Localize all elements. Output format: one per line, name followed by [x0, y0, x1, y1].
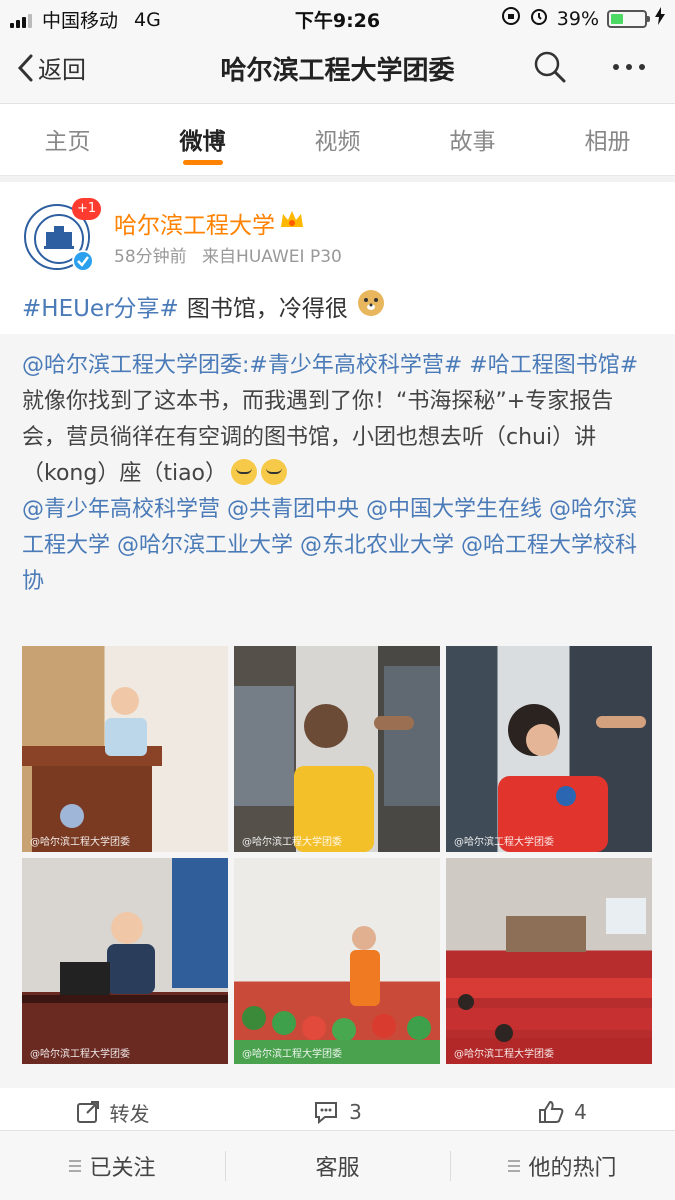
share-icon — [76, 1101, 99, 1123]
hashtag-link[interactable]: #HEUer分享# — [22, 289, 179, 323]
repost-label: 转发 — [109, 1101, 150, 1126]
battery-icon — [607, 9, 650, 28]
crown-icon — [279, 209, 305, 237]
notification-badge: +1 — [72, 198, 102, 220]
doge-emoji-icon — [356, 288, 386, 324]
post-text: #HEUer分享# 图书馆，冷得很 — [22, 288, 386, 324]
author-label: 哈尔滨工程大学 — [114, 213, 275, 239]
more-button[interactable] — [611, 50, 647, 88]
nav-bar: 返回 哈尔滨工程大学团委 — [0, 36, 675, 104]
post-source: 来自HUAWEI P30 — [202, 247, 342, 267]
profile-tabs: 主页 微博 视频 故事 相册 — [0, 104, 675, 176]
repost-text: @哈尔滨工程大学团委:#青少年高校科学营# #哈工程图书馆# 就像你找到了这本书… — [22, 348, 654, 600]
hot-label: 他的热门 — [528, 1155, 617, 1181]
like-button[interactable]: 4 — [450, 1088, 675, 1136]
photo-watermark: @哈尔滨工程大学团委 — [242, 1049, 342, 1060]
page-title: 哈尔滨工程大学团委 — [220, 56, 455, 86]
post-time: 58分钟前 — [114, 247, 187, 267]
tab-video[interactable]: 视频 — [270, 104, 405, 175]
comment-count: 3 — [349, 1100, 362, 1124]
tab-story[interactable]: 故事 — [405, 104, 540, 175]
post-body: 图书馆，冷得很 — [186, 296, 348, 322]
photo-thumbnail[interactable]: @哈尔滨工程大学团委 — [234, 858, 440, 1064]
alarm-icon — [529, 6, 549, 31]
photo-thumbnail[interactable]: @哈尔滨工程大学团委 — [234, 646, 440, 852]
comment-button[interactable]: 3 — [225, 1088, 450, 1136]
photo-watermark: @哈尔滨工程大学团委 — [454, 837, 554, 848]
more-icon — [613, 64, 645, 70]
comment-icon — [315, 1102, 338, 1124]
crying-emoji-icon — [231, 459, 258, 485]
post-actions: 转发 3 4 — [0, 1088, 675, 1136]
like-count: 4 — [574, 1100, 587, 1124]
photo-watermark: @哈尔滨工程大学团委 — [242, 837, 342, 848]
status-bar: 中国移动 4G 下午9:26 39% — [0, 0, 675, 36]
photo-watermark: @哈尔滨工程大学团委 — [30, 837, 130, 848]
charging-icon — [655, 7, 665, 30]
repost-source-link[interactable]: @哈尔滨工程大学团委:#青少年高校科学营# #哈工程图书馆# — [22, 353, 638, 378]
verified-icon — [72, 250, 94, 272]
follow-button[interactable]: 已关注 — [0, 1131, 225, 1200]
search-icon — [534, 51, 566, 83]
photo-grid: @哈尔滨工程大学团委 @哈尔滨工程大学团委 @哈尔滨工程大学团委 @哈尔滨工程大… — [22, 646, 654, 1064]
repost-body: 就像你找到了这本书，而我遇到了你！“书海探秘”+专家报告会，营员徜徉在有空调的图… — [22, 389, 614, 486]
follow-label: 已关注 — [89, 1155, 156, 1181]
bottom-bar: 已关注 客服 他的热门 — [0, 1130, 675, 1200]
repost-block[interactable]: @哈尔滨工程大学团委:#青少年高校科学营# #哈工程图书馆# 就像你找到了这本书… — [0, 334, 675, 1122]
battery-percent: 39% — [556, 7, 599, 30]
photo-thumbnail[interactable]: @哈尔滨工程大学团委 — [446, 646, 652, 852]
photo-watermark: @哈尔滨工程大学团委 — [30, 1049, 130, 1060]
tab-weibo[interactable]: 微博 — [135, 104, 270, 175]
tab-album[interactable]: 相册 — [540, 104, 675, 175]
photo-watermark: @哈尔滨工程大学团委 — [454, 1049, 554, 1060]
thumbs-up-icon — [539, 1100, 564, 1123]
photo-thumbnail[interactable]: @哈尔滨工程大学团委 — [446, 858, 652, 1064]
rotation-lock-icon — [501, 6, 521, 31]
search-button[interactable] — [533, 50, 567, 88]
post-meta: 58分钟前 来自HUAWEI P30 — [114, 242, 342, 267]
service-label: 客服 — [315, 1155, 360, 1181]
repost-mentions[interactable]: @青少年高校科学营 @共青团中央 @中国大学生在线 @哈尔滨工程大学 @哈尔滨工… — [22, 497, 637, 594]
photo-thumbnail[interactable]: @哈尔滨工程大学团委 — [22, 858, 228, 1064]
hot-posts-button[interactable]: 他的热门 — [450, 1131, 675, 1200]
author-name[interactable]: 哈尔滨工程大学 — [114, 206, 305, 240]
repost-button[interactable]: 转发 — [0, 1088, 225, 1136]
menu-icon — [69, 1159, 82, 1172]
customer-service-button[interactable]: 客服 — [225, 1131, 450, 1200]
tab-home[interactable]: 主页 — [0, 104, 135, 175]
crying-emoji-icon — [261, 459, 288, 485]
photo-thumbnail[interactable]: @哈尔滨工程大学团委 — [22, 646, 228, 852]
menu-icon — [508, 1159, 521, 1172]
post-card[interactable]: +1 哈尔滨工程大学 58分钟前 来自HUAWEI P30 #HEUer分享# … — [0, 182, 675, 1122]
